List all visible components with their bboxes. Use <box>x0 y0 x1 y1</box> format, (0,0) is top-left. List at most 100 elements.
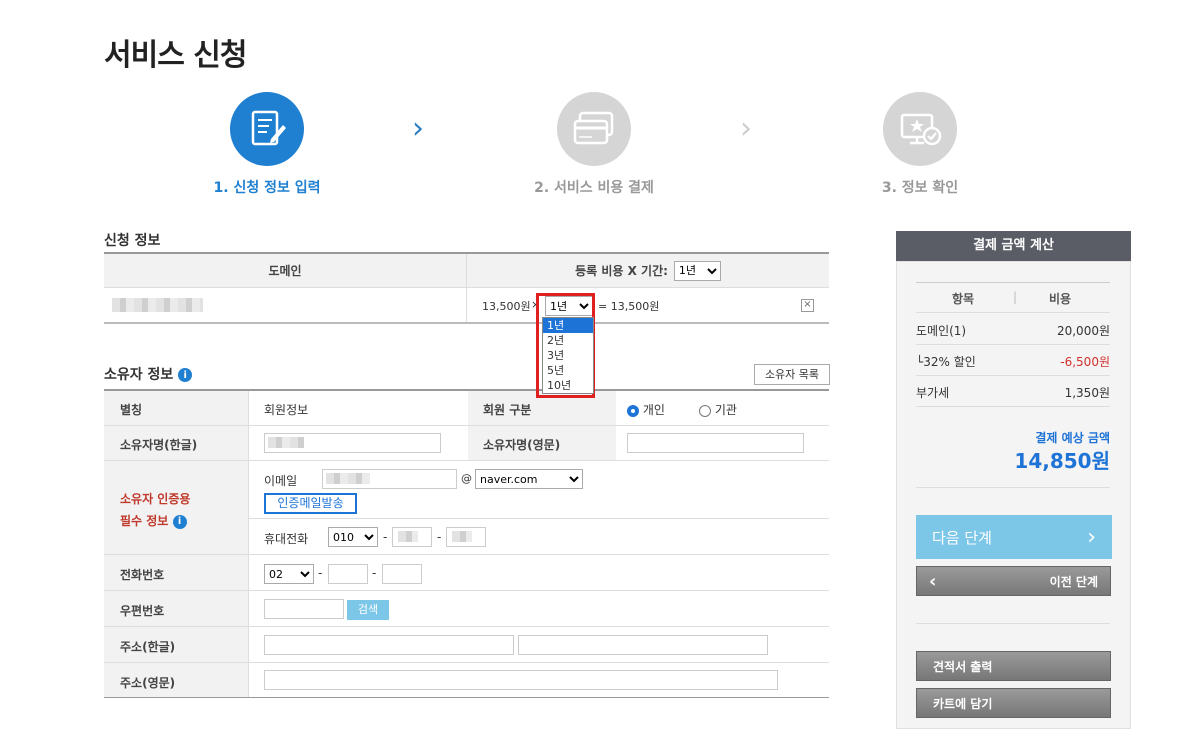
zip-label: 우편번호 <box>120 604 165 618</box>
name-kr-redacted <box>268 437 304 448</box>
divider <box>249 518 829 519</box>
fee-column-header: 등록 비용 X 기간: 1년 <box>467 254 829 287</box>
radio-organization-label: 기관 <box>714 403 737 417</box>
member-type-label: 회원 구분 <box>483 403 532 417</box>
monitor-star-check-icon <box>900 113 942 146</box>
phone-mid-input[interactable] <box>328 564 368 584</box>
next-step-label: 다음 단계 <box>932 528 992 547</box>
step-1-label: 1. 신청 정보 입력 <box>213 180 321 196</box>
divider <box>916 282 1110 283</box>
period-option[interactable]: 3년 <box>543 348 593 363</box>
divider <box>104 460 829 461</box>
phone-label: 전화번호 <box>120 568 165 582</box>
summary-row-cost: -6,500원 <box>1060 355 1110 369</box>
domain-total: = 13,500원 <box>598 300 660 313</box>
email-at-sign: @ <box>461 472 472 485</box>
page-title: 서비스 신청 <box>104 38 247 73</box>
step-1-circle <box>230 92 304 166</box>
step-arrow-1-icon: › <box>412 111 424 146</box>
name-en-label: 소유자명(영문) <box>483 438 561 452</box>
zip-input[interactable] <box>264 599 344 619</box>
auth-label-2: 필수 정보 i <box>120 512 187 529</box>
chevron-left-icon: ‹ <box>929 570 937 592</box>
divider <box>104 554 829 555</box>
email-label: 이메일 <box>264 474 298 488</box>
email-domain-select[interactable]: naver.com <box>475 469 583 489</box>
divider <box>104 287 829 288</box>
owner-section-title: 소유자 정보 i <box>104 364 193 384</box>
name-en-input[interactable] <box>627 433 804 453</box>
addr-kr-input-2[interactable] <box>518 635 768 655</box>
divider <box>916 623 1110 624</box>
divider <box>104 626 829 627</box>
quote-print-button[interactable]: 견적서 출력 <box>916 651 1111 681</box>
alias-label: 별칭 <box>120 403 143 417</box>
step-3-label: 3. 정보 확인 <box>881 180 959 196</box>
prev-step-button[interactable]: ‹ 이전 단계 <box>916 566 1111 596</box>
dash: - <box>372 566 377 580</box>
period-option[interactable]: 10년 <box>543 378 593 393</box>
step-3-circle <box>883 92 957 166</box>
alias-value: 회원정보 <box>264 403 309 417</box>
domain-column-header: 도메인 <box>104 254 466 287</box>
zip-search-button[interactable]: 검색 <box>347 600 389 620</box>
divider <box>916 487 1110 488</box>
owner-section-label: 소유자 정보 <box>104 367 174 383</box>
mobile-prefix-select[interactable]: 010 <box>328 527 378 547</box>
send-auth-mail-button[interactable]: 인증메일발송 <box>264 493 357 514</box>
phone-prefix-select[interactable]: 02 <box>264 564 314 584</box>
step-arrow-2-icon: › <box>740 111 752 146</box>
divider <box>916 344 1110 345</box>
divider <box>104 322 829 324</box>
divider <box>104 425 829 426</box>
header-period-select[interactable]: 1년 <box>673 260 721 281</box>
credit-card-icon <box>573 111 614 145</box>
step-2-label: 2. 서비스 비용 결제 <box>534 180 654 196</box>
expected-amount-label: 결제 예상 금액 <box>1035 431 1110 445</box>
period-option[interactable]: 5년 <box>543 363 593 378</box>
step-2-circle <box>557 92 631 166</box>
info-icon[interactable]: i <box>178 368 193 382</box>
radio-individual-label: 개인 <box>642 403 665 417</box>
summary-row-label: 부가세 <box>916 386 950 400</box>
summary-row-cost: 20,000원 <box>1056 324 1110 338</box>
divider <box>916 375 1110 376</box>
domain-column-label: 도메인 <box>268 264 302 278</box>
email-id-redacted <box>326 473 370 484</box>
domain-price: 13,500원 <box>482 300 531 313</box>
period-option[interactable]: 1년 <box>543 318 593 333</box>
info-icon[interactable]: i <box>172 514 187 529</box>
period-option[interactable]: 2년 <box>543 333 593 348</box>
remove-domain-button[interactable]: × <box>801 299 814 312</box>
add-to-cart-button[interactable]: 카트에 담기 <box>916 688 1111 718</box>
fee-period-label: 등록 비용 X 기간: <box>575 264 668 278</box>
divider <box>916 406 1110 407</box>
form-edit-icon <box>251 110 286 146</box>
summary-item-header: 항목 <box>952 292 975 306</box>
phone-last-input[interactable] <box>382 564 422 584</box>
application-section-title: 신청 정보 <box>104 233 161 249</box>
expected-amount-value: 14,850원 <box>1014 449 1110 473</box>
divider <box>104 697 829 698</box>
member-type-individual[interactable]: 개인 <box>627 401 665 418</box>
radio-individual[interactable] <box>627 404 639 417</box>
addr-en-input[interactable] <box>264 670 778 690</box>
radio-organization[interactable] <box>699 404 711 417</box>
summary-row-label: 도메인(1) <box>916 324 967 338</box>
auth-label-2-text: 필수 정보 <box>120 514 169 528</box>
addr-kr-input-1[interactable] <box>264 635 514 655</box>
next-step-button[interactable]: 다음 단계 › <box>916 515 1112 559</box>
prev-step-label: 이전 단계 <box>1049 574 1098 589</box>
name-kr-label: 소유자명(한글) <box>120 438 198 452</box>
column-separator: | <box>1013 290 1018 304</box>
mobile-mid-redacted <box>398 531 418 542</box>
addr-en-label: 주소(영문) <box>120 676 176 690</box>
chevron-right-icon: › <box>1087 524 1096 550</box>
member-type-organization[interactable]: 기관 <box>699 401 737 418</box>
divider <box>916 312 1110 313</box>
auth-label-1: 소유자 인증용 <box>120 492 191 506</box>
summary-row-label: └32% 할인 <box>916 355 976 369</box>
period-dropdown-list[interactable]: 1년 2년 3년 5년 10년 <box>542 317 594 394</box>
owner-list-button[interactable]: 소유자 목록 <box>754 364 830 385</box>
summary-cost-header: 비용 <box>1049 292 1072 306</box>
